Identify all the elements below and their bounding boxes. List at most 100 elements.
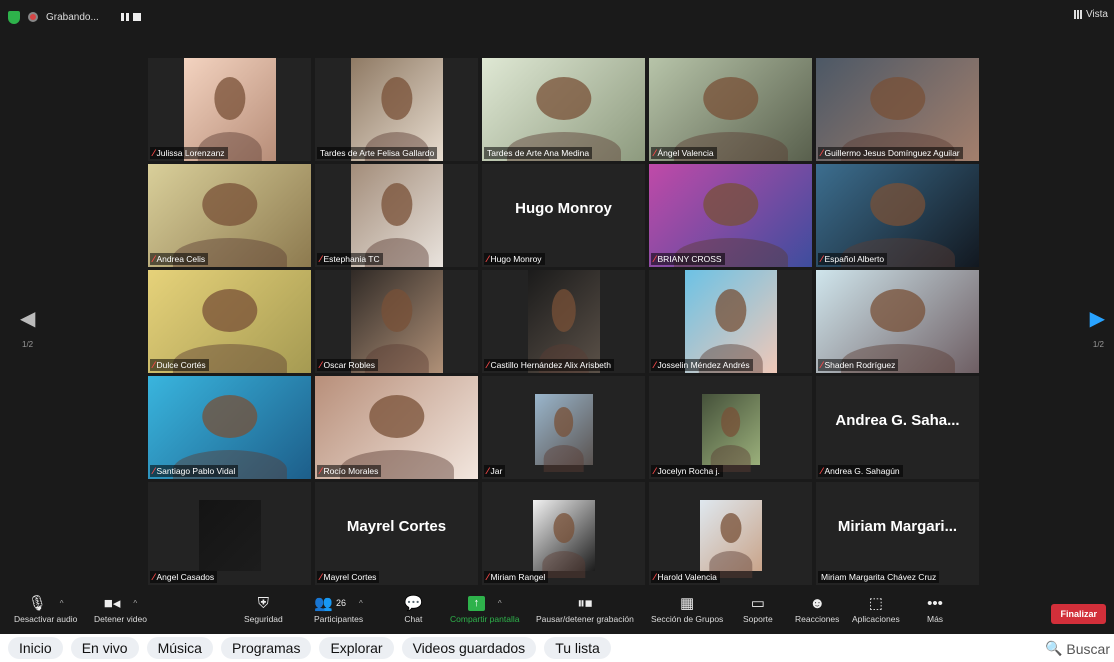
person-head xyxy=(380,182,413,226)
nav-pill[interactable]: Explorar xyxy=(319,637,394,659)
participant-tile[interactable]: Hugo Monroy ⁄ Hugo Monroy xyxy=(482,164,645,267)
participant-tile[interactable]: ⁄ Julissa Lorenzanz xyxy=(148,58,311,161)
participant-tile[interactable]: ⁄ Ángel Valencia xyxy=(649,58,812,161)
person-head xyxy=(869,76,926,120)
participant-name-label: ⁄ Harold Valencia xyxy=(651,571,720,583)
participant-tile[interactable]: ⁄ Josselin Méndez Andrés xyxy=(649,270,812,373)
person-head xyxy=(551,288,576,332)
participant-name: Tardes de Arte Felisa Gallardo xyxy=(320,148,435,158)
nav-pill[interactable]: Tu lista xyxy=(544,637,611,659)
share-arrow-icon: ↑ xyxy=(467,595,485,611)
previous-page-arrow-icon[interactable]: ◀ xyxy=(20,306,35,331)
participant-name: Santiago Pablo Vidal xyxy=(156,466,236,476)
participant-name: Jocelyn Rocha j. xyxy=(657,466,720,476)
recording-icon xyxy=(28,12,38,22)
meeting-toolbar: 🎙 ^ Desactivar audio ■◂ ^ Detener video ⛨ … xyxy=(0,592,1114,634)
participant-tile[interactable]: ⁄ Rocío Morales xyxy=(315,376,478,479)
participant-name: Estephania TC xyxy=(323,254,380,264)
apps-button[interactable]: ⬚ Aplicaciones xyxy=(852,592,900,624)
view-button[interactable]: Vista xyxy=(1073,9,1108,20)
nav-pill[interactable]: Videos guardados xyxy=(401,637,537,659)
page-indicator-right: 1/2 xyxy=(1092,340,1104,349)
next-page-arrow-icon[interactable]: ▶ xyxy=(1090,306,1105,331)
chevron-up-icon[interactable]: ^ xyxy=(498,599,502,608)
search-label: Buscar xyxy=(1066,640,1110,657)
participant-tile[interactable]: ⁄ Jar xyxy=(482,376,645,479)
mic-muted-icon: ⁄ xyxy=(153,572,155,582)
breakout-rooms-button[interactable]: ▦ Sección de Grupos xyxy=(651,592,723,624)
chat-button[interactable]: 💬 Chat xyxy=(404,592,423,624)
participant-tile[interactable]: Miriam Margari... Miriam Margarita Chávez… xyxy=(816,482,979,585)
pause-stop-recording-button[interactable]: ⏸⏹ Pausar/detener grabación xyxy=(536,592,634,625)
mute-audio-button[interactable]: 🎙 ^ Desactivar audio xyxy=(14,592,77,624)
participant-name: Hugo Monroy xyxy=(490,254,542,264)
video-gallery: ⁄ Julissa Lorenzanz Tardes de Arte Felisa … xyxy=(148,58,979,585)
mic-muted-icon: ⁄ xyxy=(487,466,489,476)
participant-name: Español Alberto xyxy=(824,254,885,264)
participant-name: Harold Valencia xyxy=(657,572,717,582)
view-label: Vista xyxy=(1085,9,1108,20)
person-head xyxy=(719,512,742,543)
stop-video-button[interactable]: ■◂ ^ Detener video xyxy=(94,592,147,624)
person-head xyxy=(714,288,747,332)
person-head xyxy=(201,394,258,438)
security-button[interactable]: ⛨ Seguridad xyxy=(244,592,283,625)
participant-name: Julissa Lorenzanz xyxy=(156,148,225,158)
mic-muted-icon: ⁄ xyxy=(320,466,322,476)
support-button[interactable]: ▭ Soporte xyxy=(743,592,773,624)
participant-tile[interactable]: ⁄ Castillo Hernández Alix Arisbeth xyxy=(482,270,645,373)
shield-icon: ⛨ xyxy=(257,594,270,612)
participant-name-label: ⁄ Guillermo Jesus Domínguez Aguilar xyxy=(818,147,963,159)
participant-name: Castillo Hernández Alix Arisbeth xyxy=(490,360,611,370)
display-name: Andrea G. Saha... xyxy=(835,412,960,429)
participant-tile[interactable]: ⁄ Oscar Robles xyxy=(315,270,478,373)
mic-muted-icon: ⁄ xyxy=(153,360,155,370)
search-icon: 🔍 xyxy=(1044,640,1063,656)
participant-tile[interactable]: ⁄ Santiago Pablo Vidal xyxy=(148,376,311,479)
participant-tile[interactable]: ⁄ Harold Valencia xyxy=(649,482,812,585)
search-button[interactable]: 🔍 Buscar xyxy=(1045,640,1110,657)
video-feed xyxy=(350,270,443,373)
participant-tile[interactable]: Tardes de Arte Ana Medina xyxy=(482,58,645,161)
participant-tile[interactable]: ⁄ Andrea Celis xyxy=(148,164,311,267)
participant-tile[interactable]: ⁄ Dulce Cortés xyxy=(148,270,311,373)
mic-muted-icon: ⁄ xyxy=(821,148,823,158)
participant-tile[interactable]: ⁄ Miriam Rangel xyxy=(482,482,645,585)
nav-pill[interactable]: Programas xyxy=(220,637,312,659)
participant-name: Miriam Rangel xyxy=(490,572,546,582)
participant-name-label: Tardes de Arte Ana Medina xyxy=(484,147,593,159)
participant-name: Oscar Robles xyxy=(323,360,376,370)
participant-tile[interactable]: ⁄ Español Alberto xyxy=(816,164,979,267)
participant-tile[interactable]: ⁄ Angel Casados xyxy=(148,482,311,585)
more-button[interactable]: ••• Más xyxy=(927,592,943,625)
participant-name-label: ⁄ Castillo Hernández Alix Arisbeth xyxy=(484,359,614,371)
participant-tile[interactable]: ⁄ Guillermo Jesus Domínguez Aguilar xyxy=(816,58,979,161)
participant-tile[interactable]: ⁄ Estephania TC xyxy=(315,164,478,267)
participants-button[interactable]: 👥 26 ^ Participantes xyxy=(314,592,363,624)
nav-pill[interactable]: Música xyxy=(146,637,213,659)
mic-muted-icon: ⁄ xyxy=(320,254,322,264)
chevron-up-icon[interactable]: ^ xyxy=(359,599,363,608)
pause-recording-icon[interactable] xyxy=(120,13,129,21)
end-meeting-button[interactable]: Finalizar xyxy=(1051,604,1106,624)
security-shield-icon[interactable] xyxy=(8,10,20,24)
mic-muted-icon: ⁄ xyxy=(654,466,656,476)
participant-tile[interactable]: Mayrel Cortes ⁄ Mayrel Cortes xyxy=(315,482,478,585)
participant-tile[interactable]: Andrea G. Saha... ⁄ Andrea G. Sahagún xyxy=(816,376,979,479)
share-screen-button[interactable]: ↑ ^ Compartir pantalla xyxy=(450,592,519,624)
participant-tile[interactable]: Tardes de Arte Felisa Gallardo xyxy=(315,58,478,161)
nav-pill[interactable]: Inicio xyxy=(8,637,63,659)
nav-pill[interactable]: En vivo xyxy=(70,637,139,659)
chevron-up-icon[interactable]: ^ xyxy=(133,599,137,608)
stop-recording-icon[interactable] xyxy=(132,13,141,21)
participant-tile[interactable]: ⁄ Shaden Rodríguez xyxy=(816,270,979,373)
participant-name-label: ⁄ Andrea Celis xyxy=(150,253,209,265)
participant-name-label: ⁄ Jar xyxy=(484,465,506,477)
video-feed xyxy=(148,376,311,479)
participant-name-label: ⁄ Dulce Cortés xyxy=(150,359,209,371)
participant-tile[interactable]: ⁄ Jocelyn Rocha j. xyxy=(649,376,812,479)
reactions-button[interactable]: ☻ Reacciones xyxy=(795,592,839,625)
participant-name-label: ⁄ Miriam Rangel xyxy=(484,571,549,583)
participant-tile[interactable]: ⁄ BRIANY CROSS xyxy=(649,164,812,267)
chevron-up-icon[interactable]: ^ xyxy=(60,599,64,608)
